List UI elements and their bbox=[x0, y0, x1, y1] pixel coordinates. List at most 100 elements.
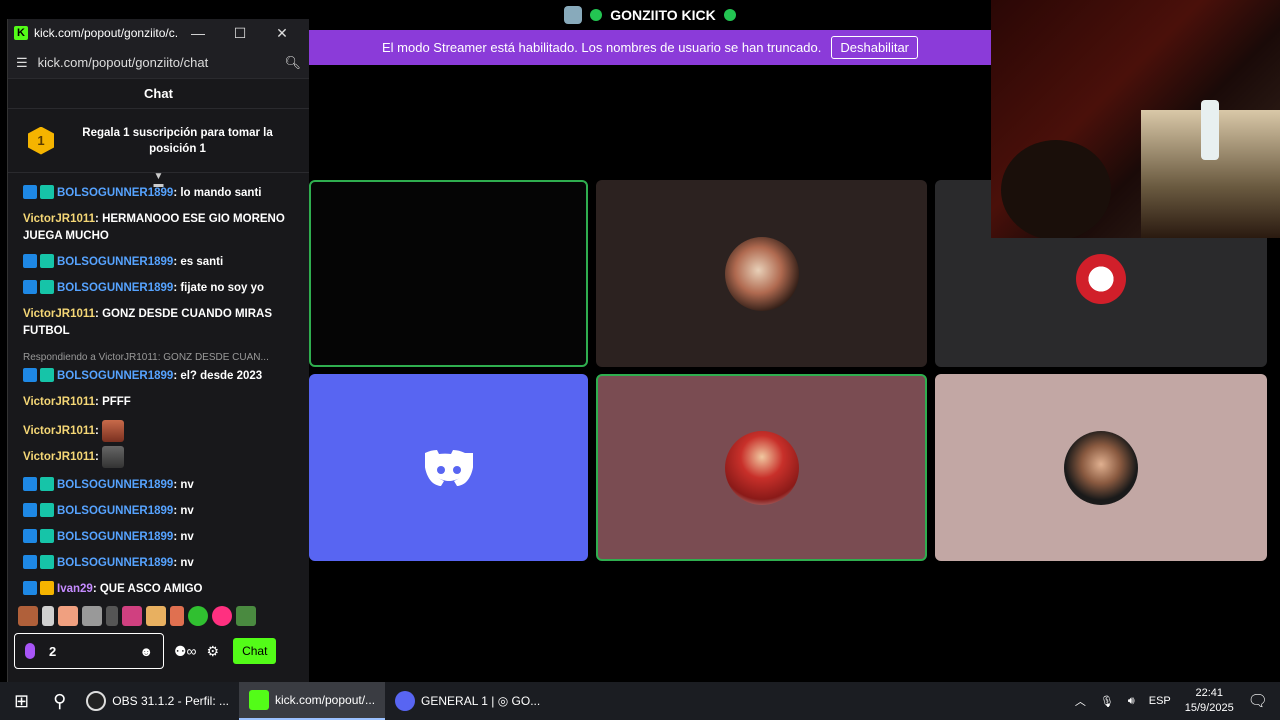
participant-tile[interactable] bbox=[309, 180, 588, 367]
emote-icon[interactable] bbox=[122, 606, 142, 626]
taskbar-item-obs[interactable]: OBS 31.1.2 - Perfil: ... bbox=[76, 682, 239, 720]
stage-topbar: GONZIITO KICK bbox=[310, 0, 990, 30]
send-chat-button[interactable]: Chat bbox=[233, 638, 277, 664]
browser-window: K kick.com/popout/gonziito/c... — ☐ ✕ ☰ … bbox=[7, 19, 309, 682]
volume-icon[interactable]: 🔊︎ bbox=[1128, 695, 1135, 708]
participant-tile[interactable] bbox=[935, 374, 1267, 561]
username[interactable]: BOLSOGUNNER1899 bbox=[57, 187, 173, 199]
message-text: : nv bbox=[173, 557, 194, 569]
username[interactable]: BOLSOGUNNER1899 bbox=[57, 531, 173, 543]
message-text: : nv bbox=[173, 531, 194, 543]
taskbar-label: kick.com/popout/... bbox=[275, 693, 376, 707]
username[interactable]: Ivan29 bbox=[57, 583, 93, 595]
message-text: : QUE ASCO AMIGO bbox=[92, 583, 203, 595]
emote-icon[interactable] bbox=[18, 606, 38, 626]
emote-icon[interactable] bbox=[188, 606, 208, 626]
mic-tray-icon[interactable]: 🎙︎ bbox=[1100, 695, 1114, 708]
taskbar-item-discord[interactable]: GENERAL 1 | ◎ GO... bbox=[385, 682, 550, 720]
crown-badge-icon bbox=[40, 581, 54, 595]
chat-message: VictorJR1011: bbox=[23, 446, 294, 468]
username[interactable]: BOLSOGUNNER1899 bbox=[57, 557, 173, 569]
stage-title: GONZIITO KICK bbox=[610, 7, 716, 23]
disable-streamer-mode-button[interactable]: Deshabilitar bbox=[831, 36, 919, 59]
taskbar-item-kick[interactable]: kick.com/popout/... bbox=[239, 682, 386, 720]
chevron-up-icon[interactable]: ︿ bbox=[1075, 693, 1086, 709]
gear-icon[interactable]: ⚙ bbox=[207, 643, 220, 660]
clock[interactable]: 22:41 15/9/2025 bbox=[1185, 686, 1234, 716]
promo-text: Regala 1 suscripción para tomar la posic… bbox=[82, 126, 273, 155]
system-tray: ︿ 🎙︎ 🔊︎ ESP 22:41 15/9/2025 🗨︎ bbox=[1075, 686, 1280, 716]
live-dot-icon bbox=[723, 9, 736, 21]
emote-quickbar bbox=[18, 606, 256, 626]
chat-input[interactable]: 2 ☻ bbox=[14, 633, 164, 669]
badge-icon bbox=[40, 555, 54, 569]
users-icon[interactable]: ⚉∞ bbox=[174, 643, 197, 660]
chat-message: Ivan29: QUE ASCO AMIGO bbox=[23, 581, 294, 598]
username[interactable]: BOLSOGUNNER1899 bbox=[57, 256, 173, 268]
taskbar-label: OBS 31.1.2 - Perfil: ... bbox=[112, 694, 229, 708]
username[interactable]: VictorJR1011 bbox=[23, 425, 95, 437]
emote-icon[interactable] bbox=[102, 446, 125, 468]
kick-icon bbox=[249, 690, 269, 710]
chat-message: VictorJR1011: GONZ DESDE CUANDO MIRAS FU… bbox=[23, 306, 294, 340]
minimize-button[interactable]: — bbox=[177, 25, 219, 41]
username[interactable]: BOLSOGUNNER1899 bbox=[57, 479, 173, 491]
badge-icon bbox=[23, 280, 37, 294]
zoom-icon[interactable]: 🔍︎ bbox=[284, 55, 301, 71]
emote-icon[interactable] bbox=[58, 606, 78, 626]
badge-icon bbox=[23, 477, 37, 491]
participant-tile[interactable] bbox=[596, 180, 927, 367]
taskbar-label: GENERAL 1 | ◎ GO... bbox=[421, 694, 541, 708]
badge-icon bbox=[40, 529, 54, 543]
message-text: : bbox=[95, 451, 99, 464]
emoji-icon[interactable]: ☻ bbox=[139, 644, 153, 659]
reply-context[interactable]: Respondiendo a VictorJR1011: GONZ DESDE … bbox=[23, 349, 294, 366]
discord-icon bbox=[395, 691, 416, 711]
badge-icon bbox=[40, 254, 54, 268]
badge-icon bbox=[40, 503, 54, 517]
maximize-button[interactable]: ☐ bbox=[219, 25, 261, 42]
badge-icon bbox=[40, 280, 54, 294]
participant-tile[interactable] bbox=[309, 374, 588, 561]
address-bar[interactable]: ☰ kick.com/popout/gonziito/chat 🔍︎ bbox=[8, 47, 309, 79]
emote-icon[interactable] bbox=[102, 420, 125, 442]
streamer-mode-banner: El modo Streamer está habilitado. Los no… bbox=[309, 30, 991, 65]
username[interactable]: VictorJR1011 bbox=[23, 396, 95, 408]
close-button[interactable]: ✕ bbox=[261, 25, 303, 42]
message-text: : nv bbox=[173, 479, 194, 491]
avatar bbox=[724, 430, 799, 505]
windows-taskbar: ⊞ ⚲ OBS 31.1.2 - Perfil: ... kick.com/po… bbox=[0, 682, 1280, 720]
emote-icon[interactable] bbox=[82, 606, 102, 626]
username[interactable]: BOLSOGUNNER1899 bbox=[57, 282, 173, 294]
notifications-icon[interactable]: 🗨︎ bbox=[1248, 691, 1268, 711]
gift-sub-promo[interactable]: 1 Regala 1 suscripción para tomar la pos… bbox=[8, 109, 309, 173]
site-settings-icon[interactable]: ☰ bbox=[16, 55, 28, 71]
emote-icon[interactable] bbox=[236, 606, 256, 626]
username[interactable]: BOLSOGUNNER1899 bbox=[57, 505, 173, 517]
pinned-toggle-icon[interactable]: ▼ ▬ bbox=[8, 172, 309, 190]
search-icon[interactable]: ⚲ bbox=[43, 682, 76, 720]
obs-icon bbox=[86, 691, 107, 711]
username[interactable]: BOLSOGUNNER1899 bbox=[57, 370, 173, 382]
chat-message: BOLSOGUNNER1899: fijate no soy yo bbox=[23, 280, 294, 297]
username[interactable]: VictorJR1011 bbox=[23, 213, 95, 225]
username[interactable]: VictorJR1011 bbox=[23, 308, 95, 320]
chat-message: Respondiendo a VictorJR1011: GONZ DESDE … bbox=[23, 349, 294, 385]
badge-icon bbox=[40, 477, 54, 491]
emote-icon[interactable] bbox=[146, 606, 166, 626]
chat-message: BOLSOGUNNER1899: lo mando santi bbox=[23, 185, 294, 202]
start-button[interactable]: ⊞ bbox=[0, 682, 43, 720]
badge-icon bbox=[23, 368, 37, 382]
chat-message: VictorJR1011: bbox=[23, 420, 294, 442]
emote-icon[interactable] bbox=[42, 606, 54, 626]
emote-icon[interactable] bbox=[212, 606, 232, 626]
avatar bbox=[724, 236, 799, 311]
mic-icon[interactable] bbox=[25, 643, 35, 659]
badge-icon bbox=[23, 581, 37, 595]
badge-icon bbox=[23, 185, 37, 199]
username[interactable]: VictorJR1011 bbox=[23, 451, 95, 463]
language-indicator[interactable]: ESP bbox=[1149, 695, 1171, 707]
emote-icon[interactable] bbox=[106, 606, 118, 626]
emote-icon[interactable] bbox=[170, 606, 184, 626]
participant-tile[interactable] bbox=[596, 374, 927, 561]
